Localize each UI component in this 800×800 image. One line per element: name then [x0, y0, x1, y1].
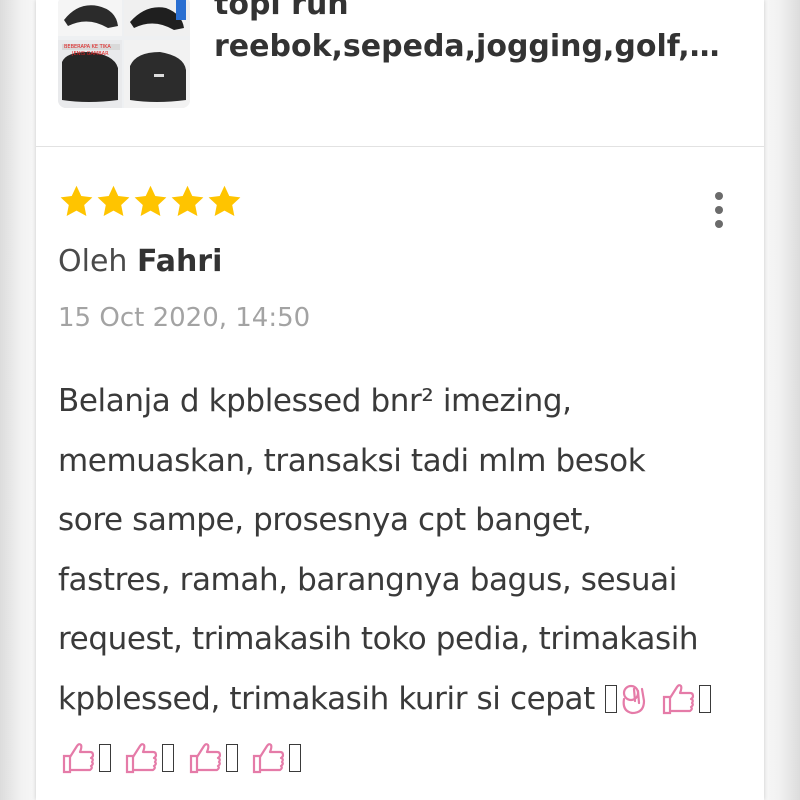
star-icon [171, 185, 204, 216]
right-gutter [764, 0, 800, 800]
svg-text:BEBERAPA KE TIKA: BEBERAPA KE TIKA [64, 44, 111, 50]
thumbs-up-emoji [662, 683, 694, 714]
review-line-emoji-row: kpblessed, trimakasih kurir si cepat [58, 670, 748, 730]
review-line: sore sampe, prosesnya cpt banget, [58, 502, 592, 538]
svg-text:JENIS GAMBAR: JENIS GAMBAR [71, 51, 109, 57]
review-line: Belanja d kpblessed bnr² imezing, [58, 383, 572, 419]
cap-photo-collage: BEBERAPA KE TIKA JENIS GAMBAR [58, 0, 190, 108]
product-row[interactable]: BEBERAPA KE TIKA JENIS GAMBAR topi run r… [36, 0, 764, 146]
review-text: Belanja d kpblessed bnr² imezing, memuas… [58, 372, 748, 789]
star-icon [97, 185, 130, 216]
star-icon [60, 185, 93, 216]
star-rating [58, 183, 243, 223]
divider [36, 146, 764, 147]
review-line: request, trimakasih toko pedia, trimakas… [58, 621, 699, 657]
review-date: 15 Oct 2020, 14:50 [58, 303, 311, 333]
product-title[interactable]: topi run reebok,sepeda,jogging,golf,aer.… [214, 0, 734, 68]
reviewer-line: Oleh Fahri [58, 240, 222, 284]
ok-hand-emoji [622, 684, 646, 714]
review-line: fastres, ramah, barangnya bagus, sesuai [58, 561, 677, 598]
missing-glyph-icon [99, 744, 111, 772]
emoji-row [58, 729, 748, 789]
thumbs-up-emoji [126, 743, 158, 774]
product-title-line2: reebok,sepeda,jogging,golf,aer... [214, 29, 734, 64]
missing-glyph-icon [225, 744, 238, 772]
by-label: Oleh [58, 244, 128, 279]
missing-glyph-icon [162, 744, 175, 772]
star-icon [208, 185, 241, 216]
review-line: memuaskan, transaksi tadi mlm besok [58, 442, 646, 479]
missing-glyph-icon [605, 684, 618, 713]
reviewer-name[interactable]: Fahri [137, 244, 222, 279]
screen: BEBERAPA KE TIKA JENIS GAMBAR topi run r… [0, 0, 800, 800]
review-card: BEBERAPA KE TIKA JENIS GAMBAR topi run r… [36, 0, 764, 800]
product-thumbnail[interactable]: BEBERAPA KE TIKA JENIS GAMBAR [58, 0, 190, 108]
star-icon [134, 185, 167, 216]
thumbs-up-emoji [62, 743, 95, 774]
product-title-line1: topi run [214, 0, 349, 22]
more-vertical-icon[interactable] [704, 190, 734, 230]
left-gutter [0, 0, 36, 800]
review-line: kpblessed, trimakasih kurir si cepat [58, 680, 595, 717]
thumbs-up-emoji [189, 743, 222, 774]
missing-glyph-icon [698, 684, 711, 713]
missing-glyph-icon [289, 744, 302, 772]
thumbs-up-emoji [253, 743, 285, 774]
